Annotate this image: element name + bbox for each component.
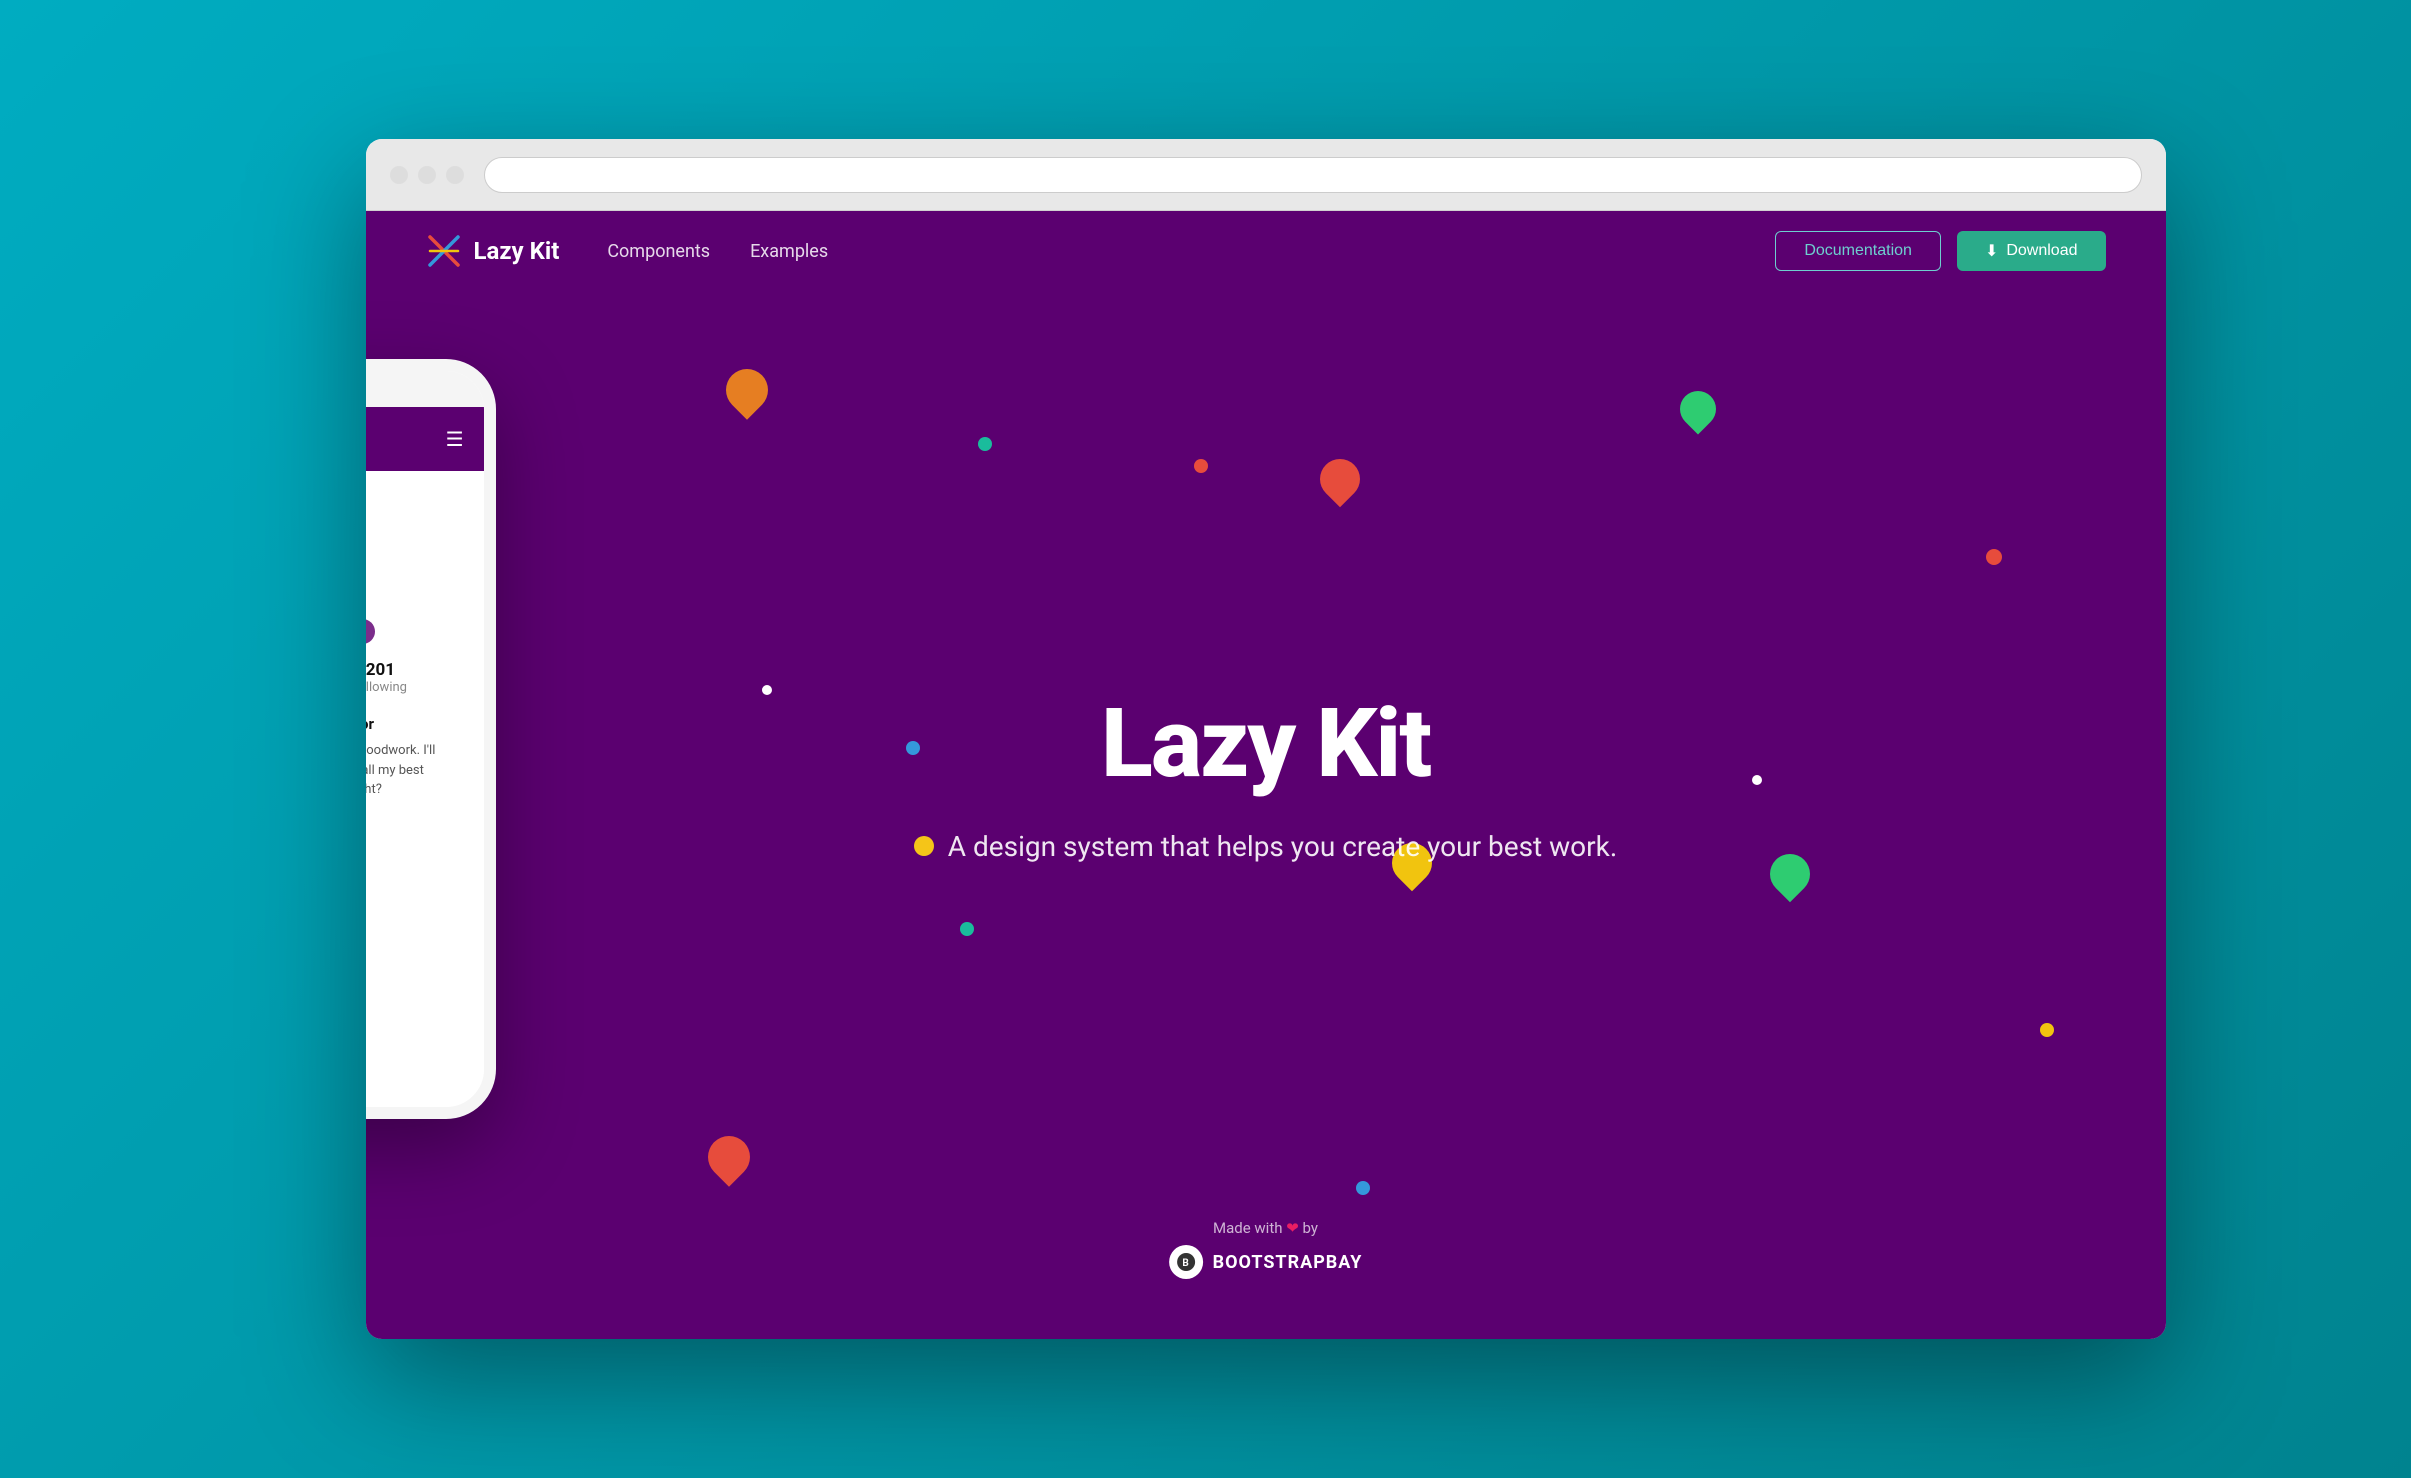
hero-accent-dot: [914, 836, 934, 856]
download-button[interactable]: ⬇ Download: [1957, 231, 2106, 271]
following-label: following: [366, 680, 407, 695]
footer-brand: B BOOTSTRAPBAY: [1169, 1245, 1363, 1279]
bio-text: Let's let things come out of the woodwor…: [366, 741, 436, 800]
heart-icon: ❤: [1286, 1219, 1302, 1237]
hamburger-icon[interactable]: ☰: [446, 427, 464, 451]
browser-traffic-lights: [390, 166, 464, 184]
nav-logo-icon: [426, 233, 462, 269]
phone-navigation: Lazy Kit ☰: [366, 407, 484, 471]
nav-brand: Lazy Kit: [426, 233, 560, 269]
nav-link-examples[interactable]: Examples: [750, 241, 828, 262]
phone-content: Lorde Follow 134 posts 6.6m followers: [366, 471, 484, 1107]
nav-link-components[interactable]: Components: [607, 241, 710, 262]
phone-device: Lazy Kit ☰: [366, 359, 496, 1119]
download-label: Download: [2006, 242, 2077, 260]
hero-section: Lazy Kit A design system that helps you …: [366, 291, 2166, 1259]
phone-notch-area: [366, 371, 484, 407]
browser-close-dot: [390, 166, 408, 184]
browser-addressbar[interactable]: [484, 157, 2142, 193]
browser-maximize-dot: [446, 166, 464, 184]
site-footer: Made with ❤ by B BOOTSTRAPBAY: [1169, 1219, 1363, 1279]
footer-made-with: Made with ❤ by: [1169, 1219, 1363, 1237]
phone-nav-brand: Lazy Kit: [366, 428, 446, 450]
browser-minimize-dot: [418, 166, 436, 184]
documentation-button[interactable]: Documentation: [1775, 231, 1941, 271]
website-content: Lazy Kit Components Examples Documentati…: [366, 211, 2166, 1339]
profile-section: Lorde Follow 134 posts 6.6m followers: [366, 471, 484, 976]
nav-actions: Documentation ⬇ Download: [1775, 231, 2105, 271]
download-icon: ⬇: [1985, 241, 1998, 261]
phone-mockup-wrapper: Lazy Kit ☰: [366, 359, 496, 1119]
bootstrapbay-logo-icon: B: [1169, 1245, 1203, 1279]
profile-stats: 134 posts 6.6m followers 201 following: [366, 660, 407, 695]
svg-text:B: B: [1182, 1258, 1189, 1269]
bootstrapbay-label: BOOTSTRAPBAY: [1213, 1252, 1363, 1273]
browser-chrome: [366, 139, 2166, 211]
hero-title: Lazy Kit: [1101, 688, 1430, 800]
hero-subtitle: A design system that helps you create yo…: [914, 830, 1617, 863]
nav-brand-label: Lazy Kit: [474, 237, 560, 265]
bio-name: Ella Yelich-O'Connor: [366, 715, 374, 733]
stat-following: 201 following: [366, 660, 407, 695]
follow-button[interactable]: Follow: [366, 619, 375, 644]
following-value: 201: [366, 660, 407, 680]
browser-window: Lazy Kit Components Examples Documentati…: [366, 139, 2166, 1339]
nav-links: Components Examples: [607, 241, 828, 262]
hero-subtitle-text: A design system that helps you create yo…: [948, 830, 1617, 863]
site-navigation: Lazy Kit Components Examples Documentati…: [366, 211, 2166, 291]
profile-name-row: Lorde Follow: [366, 619, 375, 644]
